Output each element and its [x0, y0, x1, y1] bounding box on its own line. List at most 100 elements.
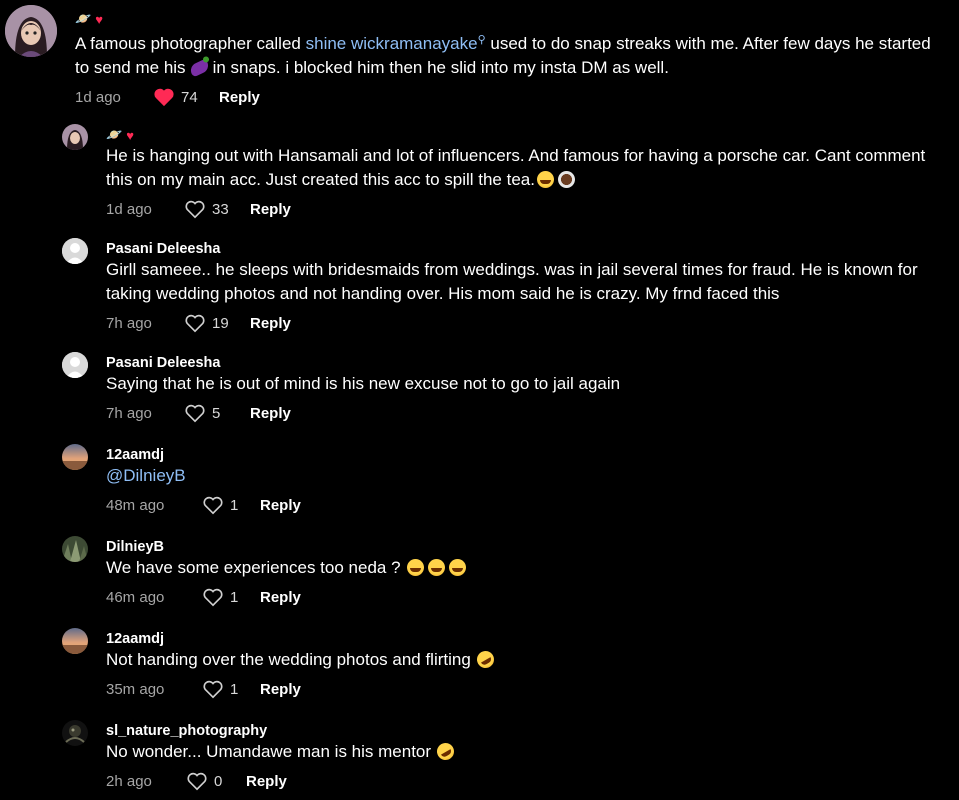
- comment-text: We have some experiences too neda ?: [106, 556, 949, 580]
- comment-body: 🪐 ♥ He is hanging out with Hansamali and…: [106, 126, 949, 220]
- comment-meta: 1d ago 74 Reply: [75, 86, 949, 108]
- comment-text: Saying that he is out of mind is his new…: [106, 374, 621, 393]
- reply-button[interactable]: Reply: [250, 315, 291, 332]
- heart-outline-icon: [185, 200, 205, 219]
- laughing-emoji-icon: [428, 559, 446, 576]
- username[interactable]: Pasani Deleesha: [106, 354, 949, 372]
- comment-item: 🪐 ♥ He is hanging out with Hansamali and…: [0, 122, 959, 222]
- like-count: 74: [181, 88, 198, 106]
- badges: 🪐 ♥: [75, 10, 949, 28]
- comment-text: Girll sameee.. he sleeps with bridesmaid…: [106, 260, 918, 303]
- timestamp: 35m ago: [106, 680, 165, 698]
- heart-badge-icon: ♥: [126, 127, 134, 143]
- comment-body: Pasani Deleesha Saying that he is out of…: [106, 354, 949, 424]
- like-count: 19: [212, 314, 229, 332]
- planet-icon: 🪐: [75, 11, 92, 26]
- heart-outline-icon: [203, 496, 223, 515]
- like-count: 1: [230, 496, 239, 514]
- heart-outline-icon: [185, 314, 205, 333]
- avatar[interactable]: [62, 536, 88, 562]
- reply-button[interactable]: Reply: [250, 201, 291, 218]
- laughing-emoji-icon: [536, 171, 554, 188]
- avatar[interactable]: [62, 628, 88, 654]
- comment-body: DilnieyB We have some experiences too ne…: [106, 538, 949, 608]
- comment-body: 🪐 ♥ A famous photographer called shine w…: [75, 10, 949, 108]
- like-count: 1: [230, 588, 239, 606]
- timestamp: 7h ago: [106, 404, 152, 422]
- username[interactable]: DilnieyB: [106, 538, 949, 556]
- comment-body: sl_nature_photography No wonder... Umand…: [106, 722, 949, 792]
- eggplant-emoji-icon: [187, 58, 211, 78]
- timestamp: 48m ago: [106, 496, 165, 514]
- comment-text: A famous photographer called shine wickr…: [75, 34, 931, 78]
- laughing-emoji-icon: [449, 559, 467, 576]
- reply-button[interactable]: Reply: [260, 497, 301, 514]
- comment-text: No wonder... Umandawe man is his mentor: [106, 739, 949, 764]
- username[interactable]: Pasani Deleesha: [106, 240, 949, 258]
- comment-item: Pasani Deleesha Saying that he is out of…: [0, 352, 959, 432]
- heart-outline-icon: [203, 588, 223, 607]
- comment-item: 🪐 ♥ A famous photographer called shine w…: [0, 0, 959, 112]
- comment-meta: 7h ago 19 Reply: [106, 312, 949, 334]
- comment-meta: 48m ago 1 Reply: [106, 494, 949, 516]
- like-count: 1: [230, 680, 239, 698]
- coffee-emoji-icon: [557, 171, 575, 188]
- comment-meta: 2h ago 0 Reply: [106, 770, 949, 792]
- username[interactable]: 12aamdj: [106, 446, 949, 464]
- planet-icon: 🪐: [106, 127, 123, 142]
- like-button[interactable]: 1: [202, 495, 260, 515]
- rofl-emoji-icon: [433, 739, 458, 764]
- comment-item: sl_nature_photography No wonder... Umand…: [0, 720, 959, 800]
- comment-meta: 35m ago 1 Reply: [106, 678, 949, 700]
- timestamp: 7h ago: [106, 314, 152, 332]
- like-button[interactable]: 1: [202, 587, 260, 607]
- avatar[interactable]: [62, 124, 88, 150]
- username[interactable]: sl_nature_photography: [106, 722, 949, 740]
- timestamp: 1d ago: [106, 200, 152, 218]
- badges: 🪐 ♥: [106, 126, 949, 144]
- search-icon: ⚲: [477, 34, 486, 46]
- avatar[interactable]: [62, 238, 88, 264]
- like-count: 5: [212, 404, 221, 422]
- avatar[interactable]: [62, 352, 88, 378]
- comment-meta: 7h ago 5 Reply: [106, 402, 949, 424]
- comment-text: He is hanging out with Hansamali and lot…: [106, 146, 926, 189]
- reply-button[interactable]: Reply: [246, 773, 287, 790]
- comment-text: @DilnieyB: [106, 464, 949, 488]
- timestamp: 2h ago: [106, 772, 152, 790]
- rofl-emoji-icon: [473, 647, 497, 672]
- comment-meta: 46m ago 1 Reply: [106, 586, 949, 608]
- timestamp: 46m ago: [106, 588, 165, 606]
- avatar[interactable]: [5, 5, 57, 57]
- like-button[interactable]: 19: [184, 313, 250, 333]
- like-button[interactable]: 0: [186, 771, 246, 791]
- heart-filled-icon: [154, 88, 174, 107]
- like-button[interactable]: 33: [184, 199, 250, 219]
- like-button[interactable]: 1: [202, 679, 260, 699]
- avatar[interactable]: [62, 444, 88, 470]
- comment-body: 12aamdj Not handing over the wedding pho…: [106, 630, 949, 700]
- heart-outline-icon: [185, 404, 205, 423]
- username[interactable]: 12aamdj: [106, 630, 949, 648]
- comment-item: Pasani Deleesha Girll sameee.. he sleeps…: [0, 238, 959, 338]
- like-button[interactable]: 5: [184, 403, 250, 423]
- laughing-emoji-icon: [407, 559, 425, 576]
- heart-outline-icon: [187, 772, 207, 791]
- comment-item: 12aamdj @DilnieyB 48m ago 1 Reply: [0, 444, 959, 524]
- like-button[interactable]: 74: [153, 87, 219, 107]
- search-link[interactable]: shine wickramanayake⚲: [306, 34, 486, 53]
- comment-body: 12aamdj @DilnieyB 48m ago 1 Reply: [106, 446, 949, 516]
- reply-button[interactable]: Reply: [260, 681, 301, 698]
- reply-button[interactable]: Reply: [219, 89, 260, 106]
- mention-link[interactable]: @DilnieyB: [106, 466, 186, 485]
- reply-button[interactable]: Reply: [260, 589, 301, 606]
- reply-button[interactable]: Reply: [250, 405, 291, 422]
- timestamp: 1d ago: [75, 88, 121, 106]
- heart-outline-icon: [203, 680, 223, 699]
- comment-item: 12aamdj Not handing over the wedding pho…: [0, 628, 959, 708]
- like-count: 33: [212, 200, 229, 218]
- comment-text: Not handing over the wedding photos and …: [106, 647, 949, 672]
- comment-meta: 1d ago 33 Reply: [106, 198, 949, 220]
- avatar[interactable]: [62, 720, 88, 746]
- comment-item: DilnieyB We have some experiences too ne…: [0, 536, 959, 616]
